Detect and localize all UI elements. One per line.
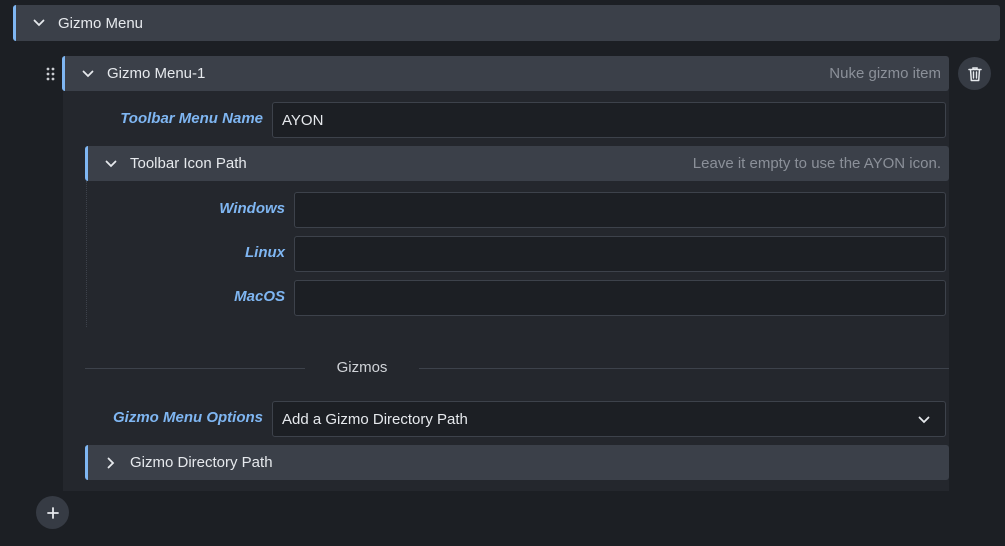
gizmo-directory-path-title: Gizmo Directory Path [130,454,273,471]
gizmo-menu-item-title: Gizmo Menu-1 [107,65,206,82]
section-divider-left [85,368,305,369]
gizmo-menu-item-header[interactable]: Gizmo Menu-1 Nuke gizmo item [62,56,949,91]
indent-guide [86,181,87,327]
chevron-down-icon[interactable] [32,16,46,30]
gizmo-menu-item-hint: Nuke gizmo item [829,65,941,82]
windows-label: Windows [219,200,285,217]
gizmo-menu-options-value: Add a Gizmo Directory Path [282,410,468,428]
chevron-right-icon[interactable] [104,456,118,470]
toolbar-icon-path-title: Toolbar Icon Path [130,155,247,172]
chevron-down-icon[interactable] [104,157,118,171]
gizmo-menu-options-label: Gizmo Menu Options [113,409,263,426]
linux-label: Linux [245,244,285,261]
linux-path-input[interactable] [294,236,946,272]
chevron-down-icon[interactable] [81,67,95,81]
toolbar-menu-name-input[interactable]: AYON [272,102,946,138]
section-divider-right [419,368,949,369]
gizmo-menu-header[interactable]: Gizmo Menu [13,5,1000,41]
toolbar-icon-path-hint: Leave it empty to use the AYON icon. [692,155,941,172]
plus-icon [46,506,60,520]
gizmo-menu-title: Gizmo Menu [58,14,144,32]
toolbar-icon-path-header[interactable]: Toolbar Icon Path Leave it empty to use … [85,146,949,181]
delete-button[interactable] [958,57,991,90]
gizmo-menu-options-dropdown[interactable]: Add a Gizmo Directory Path [272,401,946,437]
trash-icon [967,66,982,82]
macos-path-input[interactable] [294,280,946,316]
add-item-button[interactable] [36,496,69,529]
windows-path-input[interactable] [294,192,946,228]
chevron-down-icon [917,413,931,427]
gizmos-section-title: Gizmos [336,359,388,376]
macos-label: MacOS [234,288,285,305]
toolbar-menu-name-label: Toolbar Menu Name [120,110,263,127]
drag-handle-icon[interactable] [45,66,57,82]
gizmo-directory-path-header[interactable]: Gizmo Directory Path [85,445,949,480]
toolbar-menu-name-value: AYON [282,111,324,129]
